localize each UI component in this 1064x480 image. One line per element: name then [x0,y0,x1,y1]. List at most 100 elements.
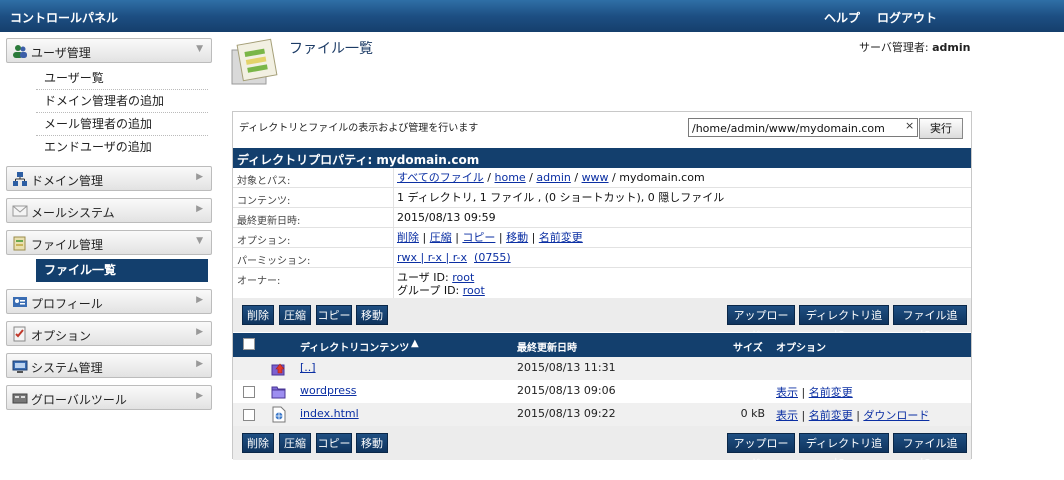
delete-button[interactable]: 削除 [242,305,274,325]
page-title: ファイル一覧 [289,41,373,57]
file-date: 2015/08/13 09:06 [517,384,616,397]
sidebar-section-options[interactable]: オプション ▶ [6,321,212,346]
owner-user-label: ユーザ ID: [397,271,449,284]
rename-link[interactable]: 名前変更 [809,386,853,399]
compress-button[interactable]: 圧縮 [279,305,311,325]
owner-group-label: グループ ID: [397,284,460,297]
rename-link[interactable]: 名前変更 [809,409,853,422]
option-sep: | [528,231,539,244]
divider [393,188,394,207]
breadcrumb-all-files[interactable]: すべてのファイル [397,171,484,184]
delete-button[interactable]: 削除 [242,433,274,453]
prop-key: オーナー: [237,276,281,287]
sidebar-section-file-mgmt[interactable]: ファイル管理 ▼ [6,230,212,255]
prop-key: 対象とパス: [237,176,291,187]
add-directory-button[interactable]: ディレクトリ追加... [799,305,889,342]
file-name-link[interactable]: [..] [300,361,316,374]
sidebar-section-mail-system[interactable]: メールシステム ▶ [6,198,212,223]
file-list-header: ディレクトリコンテンツ ▲ 最終更新日時 サイズ オプション [233,333,971,357]
breadcrumb-home[interactable]: home [495,171,526,184]
chevron-right-icon: ▶ [196,295,203,305]
breadcrumb-sep: / [525,171,537,184]
option-sep: | [798,386,809,399]
rename-link[interactable]: 名前変更 [539,231,583,244]
sidebar-item-file-list[interactable]: ファイル一覧 [36,259,208,282]
sidebar-item-add-mail-admin[interactable]: メール管理者の追加 [36,113,208,136]
table-row: wordpress 2015/08/13 09:06 表示 | 名前変更 [233,380,971,403]
users-icon [13,45,27,58]
chevron-right-icon: ▶ [196,204,203,214]
sidebar-section-profile[interactable]: プロフィール ▶ [6,289,212,314]
upload-button[interactable]: アップロード... [727,433,795,470]
file-size: 0 kB [740,407,765,420]
copy-button[interactable]: コピー [316,433,352,453]
compress-button[interactable]: 圧縮 [279,433,311,453]
run-button[interactable]: 実行 [919,118,963,139]
breadcrumb-sep: / [608,171,620,184]
sidebar-label: ドメイン管理 [31,174,104,188]
breadcrumb-www[interactable]: www [582,171,609,184]
permission-link[interactable]: rwx | r-x | r-x [397,251,467,264]
column-name[interactable]: ディレクトリコンテンツ [300,339,409,354]
help-link[interactable]: ヘルプ [824,9,860,26]
prop-row-contents: コンテンツ: 1 ディレクトリ, 1 ファイル , (0 ショートカット), 0… [233,188,971,208]
sidebar-section-user-mgmt[interactable]: ユーザ管理 ▼ [6,38,212,63]
compress-link[interactable]: 圧縮 [430,231,452,244]
breadcrumb-current: mydomain.com [619,171,705,184]
view-link[interactable]: 表示 [776,386,798,399]
copy-link[interactable]: コピー [462,231,495,244]
sidebar-label: メールシステム [31,206,115,220]
move-button[interactable]: 移動 [356,433,388,453]
select-all-checkbox[interactable] [243,338,255,350]
sidebar-item-user-list[interactable]: ユーザー覧 [36,67,208,90]
add-file-button[interactable]: ファイル追加... [893,305,967,342]
column-options: オプション [776,343,826,354]
sort-asc-icon[interactable]: ▲ [411,338,419,349]
sidebar-label: オプション [31,329,92,343]
row-checkbox[interactable] [243,409,255,421]
file-panel: ディレクトリとファイルの表示および管理を行います × 実行 ディレクトリプロパテ… [232,111,972,470]
view-link[interactable]: 表示 [776,409,798,422]
option-sep: | [451,231,463,244]
panel-description: ディレクトリとファイルの表示および管理を行います [239,123,479,134]
chevron-right-icon: ▶ [196,391,203,401]
sidebar-item-add-end-user[interactable]: エンドユーザの追加 [36,136,208,159]
logout-link[interactable]: ログアウト [877,9,937,26]
sidebar-section-system-mgmt[interactable]: システム管理 ▶ [6,353,212,378]
column-last-modified[interactable]: 最終更新日時 [517,339,577,354]
admin-label: サーバ管理者: admin [859,39,970,55]
breadcrumb-sep: / [570,171,582,184]
upload-button[interactable]: アップロード... [727,305,795,342]
row-checkbox[interactable] [243,386,255,398]
options-icon [13,326,26,342]
sidebar-section-domain-mgmt[interactable]: ドメイン管理 ▶ [6,166,212,191]
server-icon [12,360,28,373]
add-file-button[interactable]: ファイル追加... [893,433,967,470]
sidebar-section-global-tools[interactable]: グローバルツール ▶ [6,385,212,410]
mail-icon [12,205,28,217]
html-file-icon [272,406,286,423]
option-sep: | [852,409,864,422]
owner-group-link[interactable]: root [463,284,485,297]
breadcrumb-admin[interactable]: admin [536,171,570,184]
copy-button[interactable]: コピー [316,305,352,325]
column-size[interactable]: サイズ [733,339,763,354]
sidebar-item-add-domain-admin[interactable]: ドメイン管理者の追加 [36,90,208,113]
prop-key: オプション: [237,236,291,247]
file-date: 2015/08/13 09:22 [517,407,616,420]
path-input[interactable] [688,118,918,137]
breadcrumb-sep: / [483,171,495,184]
file-name-link[interactable]: index.html [300,407,359,420]
clear-icon[interactable]: × [905,119,914,132]
permission-octal-link[interactable]: (0755) [474,251,511,264]
divider [393,268,394,298]
move-button[interactable]: 移動 [356,305,388,325]
move-link[interactable]: 移動 [506,231,528,244]
owner-user-link[interactable]: root [452,271,474,284]
chevron-right-icon: ▶ [196,172,203,182]
file-name-link[interactable]: wordpress [300,384,357,397]
delete-link[interactable]: 削除 [397,231,419,244]
download-link[interactable]: ダウンロード [863,409,929,422]
row-options: 表示 | 名前変更 | ダウンロード [776,407,929,423]
add-directory-button[interactable]: ディレクトリ追加... [799,433,889,470]
